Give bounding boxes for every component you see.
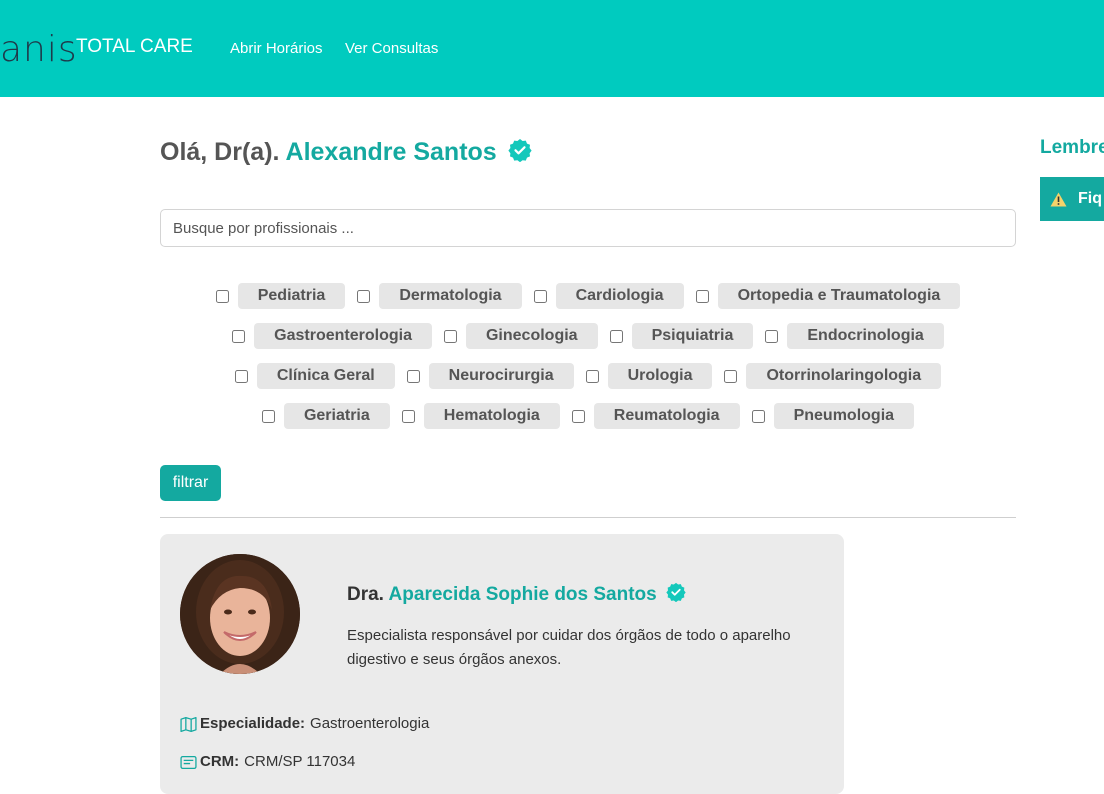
crm-label: CRM:	[200, 753, 240, 770]
filter-psiquiatria[interactable]: Psiquiatria	[609, 323, 754, 349]
doctor-crm: CRM: CRM/SP 117034	[180, 752, 355, 772]
search-input[interactable]	[160, 209, 1016, 247]
filter-tag[interactable]: Psiquiatria	[631, 323, 754, 349]
filter-clinica-geral[interactable]: Clínica Geral	[234, 363, 395, 389]
verified-badge-icon	[508, 138, 532, 170]
filter-dermatologia[interactable]: Dermatologia	[357, 283, 522, 309]
filter-row: Clínica Geral Neurocirurgia Urologia Oto…	[160, 363, 1016, 389]
filter-checkbox[interactable]	[261, 409, 275, 423]
filter-hematologia[interactable]: Hematologia	[401, 403, 560, 429]
filter-row: Gastroenterologia Ginecologia Psiquiatri…	[160, 323, 1016, 349]
filter-cardiologia[interactable]: Cardiologia	[533, 283, 684, 309]
filter-checkbox[interactable]	[609, 329, 623, 343]
filter-checkbox[interactable]	[443, 329, 457, 343]
filter-row: Geriatria Hematologia Reumatologia Pneum…	[160, 403, 1016, 429]
filter-checkbox[interactable]	[215, 289, 229, 303]
filter-checkbox[interactable]	[751, 409, 765, 423]
greeting-name: Alexandre Santos	[285, 138, 497, 166]
filter-tag[interactable]: Dermatologia	[379, 283, 522, 309]
doctor-name: Dra. Aparecida Sophie dos Santos	[347, 582, 686, 609]
filter-row: Pediatria Dermatologia Cardiologia Ortop…	[160, 283, 1016, 309]
filter-checkbox[interactable]	[765, 329, 779, 343]
filter-tag[interactable]: Geriatria	[283, 403, 390, 429]
filter-reumatologia[interactable]: Reumatologia	[571, 403, 740, 429]
filter-geriatria[interactable]: Geriatria	[261, 403, 390, 429]
crm-value: CRM/SP 117034	[244, 753, 356, 770]
brand-name[interactable]: TOTAL CARE	[76, 36, 193, 58]
filter-pneumologia[interactable]: Pneumologia	[751, 403, 915, 429]
filter-checkbox[interactable]	[571, 409, 585, 423]
filter-otorrinolaringologia[interactable]: Otorrinolaringologia	[724, 363, 942, 389]
sidebar-title: Lembre	[1040, 137, 1104, 158]
filter-tag[interactable]: Hematologia	[423, 403, 560, 429]
filter-tag[interactable]: Ginecologia	[465, 323, 598, 349]
filter-checkbox[interactable]	[533, 289, 547, 303]
filter-tag[interactable]: Pneumologia	[773, 403, 915, 429]
filter-checkbox[interactable]	[357, 289, 371, 303]
nav-abrir-horarios[interactable]: Abrir Horários	[230, 40, 323, 58]
divider	[160, 517, 1016, 518]
filter-checkbox[interactable]	[585, 369, 599, 383]
doctor-description: Especialista responsável por cuidar dos …	[347, 627, 791, 668]
filter-checkbox[interactable]	[724, 369, 738, 383]
filter-pediatria[interactable]: Pediatria	[215, 283, 346, 309]
doctor-name-link[interactable]: Aparecida Sophie dos Santos	[389, 584, 657, 605]
filter-tag[interactable]: Pediatria	[237, 283, 346, 309]
filter-button[interactable]: filtrar	[160, 465, 221, 501]
logo[interactable]: anis	[0, 30, 78, 70]
avatar	[180, 554, 300, 674]
sidebar-alert: Fiq	[1040, 177, 1104, 221]
filter-ortopedia[interactable]: Ortopedia e Traumatologia	[695, 283, 961, 309]
filter-checkbox[interactable]	[401, 409, 415, 423]
filter-checkbox[interactable]	[232, 329, 246, 343]
filter-tag[interactable]: Endocrinologia	[787, 323, 944, 349]
filter-tag[interactable]: Neurocirurgia	[428, 363, 574, 389]
filter-tag[interactable]: Urologia	[607, 363, 713, 389]
nav-ver-consultas[interactable]: Ver Consultas	[345, 40, 438, 58]
id-card-icon	[180, 755, 197, 769]
filter-neurocirurgia[interactable]: Neurocirurgia	[406, 363, 574, 389]
doctor-title: Dra.	[347, 584, 384, 605]
filter-checkbox[interactable]	[695, 289, 709, 303]
filter-tag[interactable]: Cardiologia	[555, 283, 684, 309]
filter-tag[interactable]: Otorrinolaringologia	[746, 363, 942, 389]
page-title: Olá, Dr(a). Alexandre Santos	[160, 136, 532, 170]
filter-checkbox[interactable]	[234, 369, 248, 383]
filter-tag[interactable]: Clínica Geral	[256, 363, 395, 389]
warning-icon	[1050, 192, 1067, 206]
sidebar-alert-text: Fiq	[1078, 190, 1102, 207]
greeting-prefix: Olá, Dr(a).	[160, 138, 280, 166]
filter-ginecologia[interactable]: Ginecologia	[443, 323, 598, 349]
filter-checkbox[interactable]	[406, 369, 420, 383]
filter-endocrinologia[interactable]: Endocrinologia	[765, 323, 944, 349]
navbar: anis TOTAL CARE Abrir Horários Ver Consu…	[0, 0, 1104, 97]
specialty-filters: Pediatria Dermatologia Cardiologia Ortop…	[160, 283, 1016, 443]
filter-urologia[interactable]: Urologia	[585, 363, 713, 389]
specialty-label: Especialidade:	[200, 715, 306, 732]
doctor-specialty: Especialidade: Gastroenterologia	[180, 714, 429, 734]
filter-gastroenterologia[interactable]: Gastroenterologia	[232, 323, 432, 349]
verified-badge-icon	[666, 582, 686, 609]
filter-tag[interactable]: Ortopedia e Traumatologia	[717, 283, 961, 309]
doctor-card: Dra. Aparecida Sophie dos Santos Especia…	[160, 534, 844, 794]
filter-tag[interactable]: Reumatologia	[593, 403, 740, 429]
specialty-value: Gastroenterologia	[310, 715, 430, 732]
filter-tag[interactable]: Gastroenterologia	[254, 323, 432, 349]
map-icon	[180, 716, 197, 732]
